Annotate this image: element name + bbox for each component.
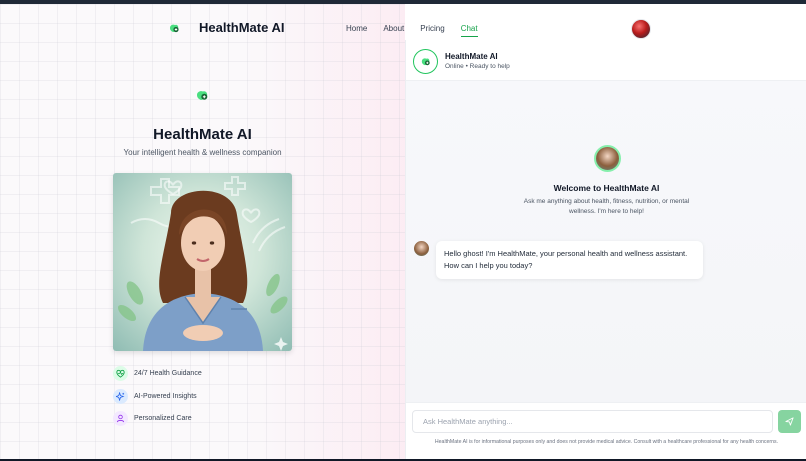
chat-bot-logo-icon <box>413 49 438 74</box>
brand[interactable]: HealthMate AI <box>168 20 284 35</box>
hero-logo-icon <box>197 91 208 100</box>
heart-pulse-icon <box>113 366 128 381</box>
portrait-illustration <box>117 176 288 351</box>
send-button[interactable] <box>778 410 801 433</box>
feature-label: 24/7 Health Guidance <box>134 370 202 377</box>
chat-footer: HealthMate AI is for informational purpo… <box>406 402 806 459</box>
chat-input[interactable] <box>412 410 773 433</box>
hero-title: HealthMate AI <box>153 126 252 143</box>
user-avatar[interactable] <box>631 19 651 39</box>
user-icon <box>113 411 128 426</box>
nav-chat[interactable]: Chat <box>460 24 478 37</box>
welcome-text: Ask me anything about health, fitness, n… <box>523 198 690 215</box>
feature-item: AI-Powered Insights <box>113 388 202 404</box>
brand-logo-icon <box>170 24 179 32</box>
disclaimer-text: HealthMate AI is for informational purpo… <box>434 439 779 445</box>
nav-pricing[interactable]: Pricing <box>420 24 444 37</box>
chat-header: HealthMate AI Online • Ready to help <box>406 40 806 81</box>
nav-home[interactable]: Home <box>346 24 367 37</box>
welcome-avatar <box>594 145 621 172</box>
feature-list: 24/7 Health Guidance AI-Powered Insights… <box>113 366 202 434</box>
sparkle-icon <box>113 388 128 404</box>
feature-item: 24/7 Health Guidance <box>113 366 202 381</box>
chat-messages[interactable]: Welcome to HealthMate AI Ask me anything… <box>406 81 806 402</box>
bot-message: Hello ghost! I'm HealthMate, your person… <box>436 241 703 279</box>
feature-label: AI-Powered Insights <box>134 392 197 400</box>
chat-bot-name: HealthMate AI <box>445 52 498 61</box>
chat-bot-status: Online • Ready to help <box>445 63 510 70</box>
nav-about[interactable]: About <box>383 24 404 37</box>
brand-name: HealthMate AI <box>199 20 285 35</box>
main-nav: Home About Pricing Chat <box>346 24 494 37</box>
welcome-title: Welcome to HealthMate AI <box>553 183 660 193</box>
hero-subtitle: Your intelligent health & wellness compa… <box>123 148 282 157</box>
chat-panel: HealthMate AI Online • Ready to help Wel… <box>405 40 806 459</box>
feature-label: Personalized Care <box>134 415 192 422</box>
feature-item: Personalized Care <box>113 411 202 426</box>
send-icon <box>785 417 794 426</box>
assistant-portrait-image <box>113 173 292 351</box>
message-avatar <box>414 241 429 256</box>
